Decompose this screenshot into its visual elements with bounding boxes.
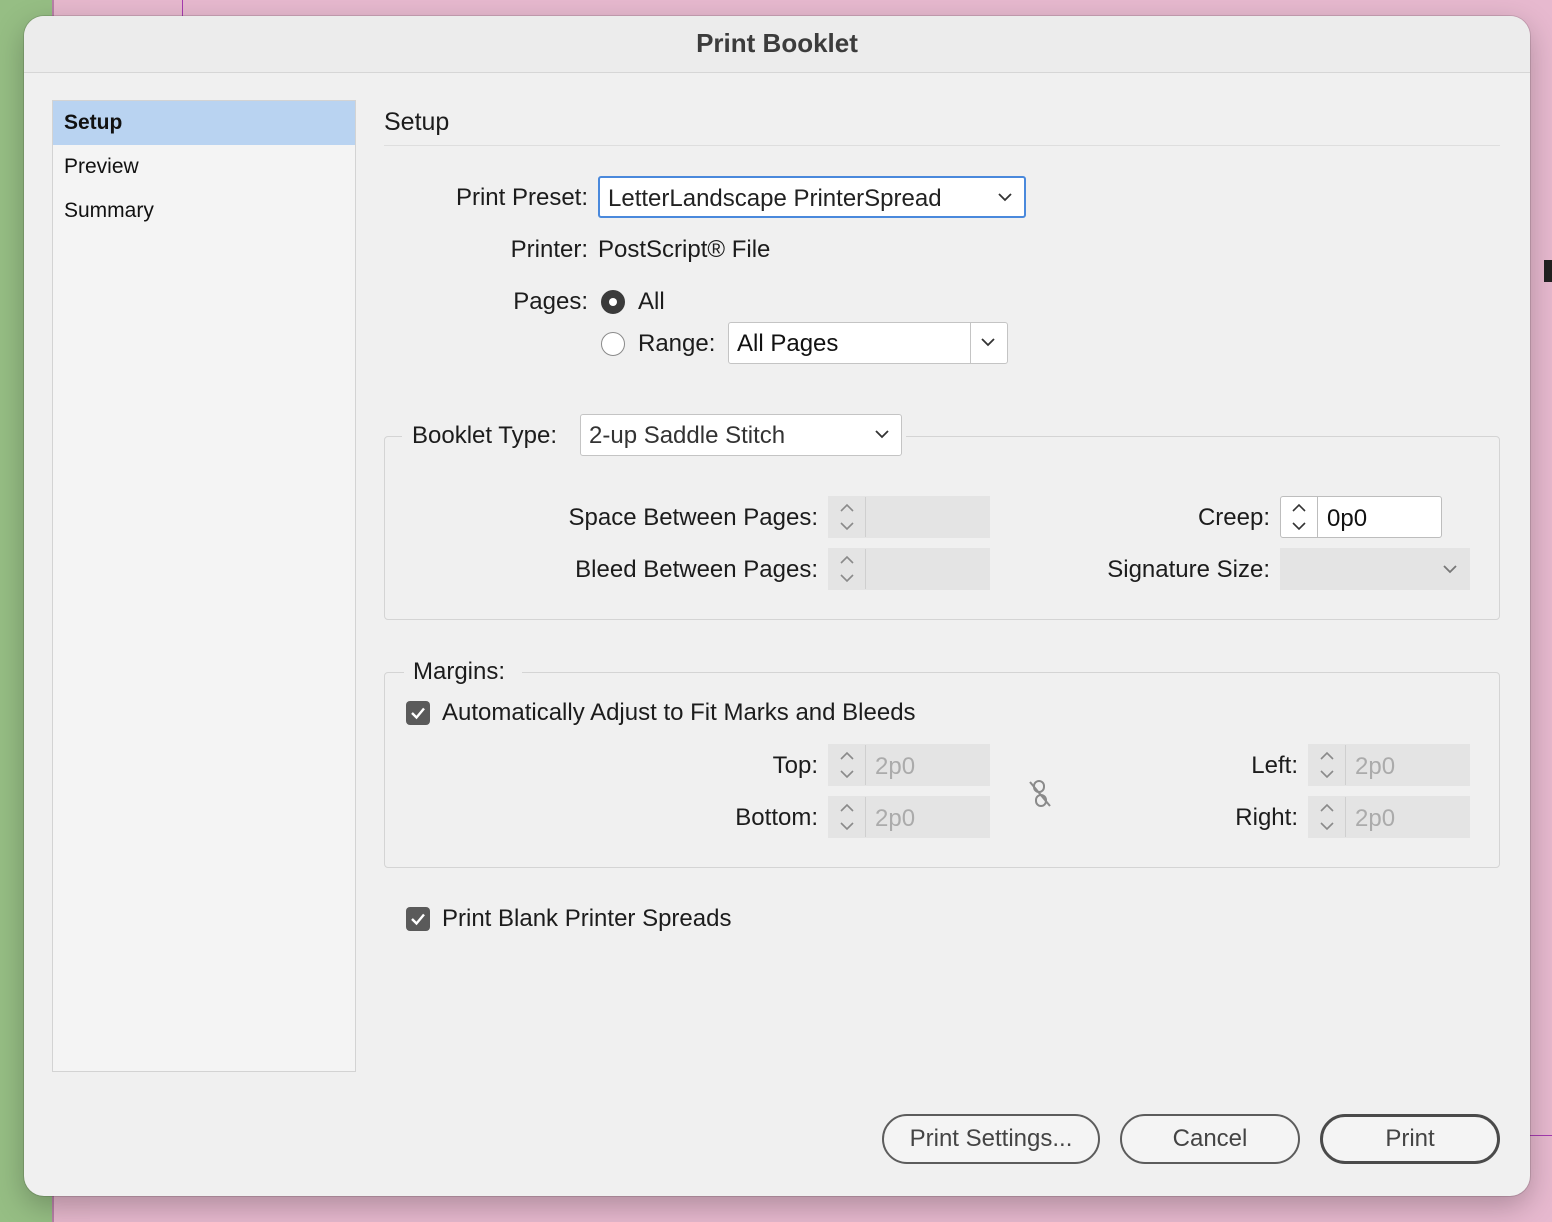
left-margin-stepper[interactable]: 2p0 (1308, 744, 1470, 786)
chevron-down-icon (1443, 565, 1457, 574)
bleed-between-stepper[interactable] (828, 548, 990, 590)
booklet-type-select[interactable]: 2-up Saddle Stitch (580, 414, 902, 456)
section-title: Setup (384, 108, 450, 136)
margins-label: Margins: (413, 658, 506, 685)
left-margin-value: 2p0 (1355, 753, 1396, 780)
pages-label: Pages: (513, 288, 588, 315)
print-button[interactable]: Print (1320, 1114, 1500, 1164)
print-booklet-dialog: Print Booklet Setup Preview Summary Setu… (24, 16, 1530, 1196)
print-settings-button[interactable]: Print Settings... (882, 1114, 1100, 1164)
stepper-arrows-icon (1320, 751, 1334, 779)
sidebar-item-label: Summary (64, 199, 154, 222)
chevron-down-icon (998, 193, 1012, 202)
right-margin-value: 2p0 (1355, 805, 1396, 832)
stepper-arrows[interactable] (1281, 497, 1318, 537)
bottom-margin-value: 2p0 (875, 805, 916, 832)
stepper-arrows[interactable] (829, 497, 866, 537)
signature-size-select[interactable] (1280, 548, 1470, 590)
space-between-stepper[interactable] (828, 496, 990, 538)
stepper-arrows-icon (840, 503, 854, 531)
stepper-arrows[interactable] (829, 797, 866, 837)
title-bar: Print Booklet (24, 16, 1530, 73)
pages-range-radio[interactable] (601, 332, 625, 356)
sidebar-item-label: Setup (64, 111, 123, 134)
signature-size-label: Signature Size: (1107, 556, 1270, 583)
print-preset-label: Print Preset: (455, 184, 588, 211)
print-blank-checkbox[interactable] (406, 907, 430, 931)
creep-stepper[interactable]: 0p0 (1280, 496, 1442, 538)
combo-divider (970, 323, 971, 363)
checkmark-icon (411, 707, 425, 720)
dialog-title: Print Booklet (696, 28, 858, 58)
chevron-down-icon (875, 430, 889, 439)
printer-label: Printer: (510, 236, 588, 263)
stepper-arrows[interactable] (1309, 797, 1346, 837)
checkmark-icon (411, 913, 425, 926)
chevron-down-icon (981, 338, 995, 347)
section-divider (384, 145, 1500, 146)
top-label: Top: (772, 752, 818, 779)
cancel-button[interactable]: Cancel (1120, 1114, 1300, 1164)
broken-chain-icon[interactable] (1026, 778, 1054, 810)
left-label: Left: (1251, 752, 1298, 779)
booklet-type-value: 2-up Saddle Stitch (589, 422, 786, 449)
creep-value: 0p0 (1327, 505, 1368, 532)
pages-range-combo[interactable]: All Pages (728, 322, 1008, 364)
print-preset-value: LetterLandscape PrinterSpread (608, 185, 942, 212)
pages-range-label: Range: (638, 330, 716, 357)
stepper-arrows-icon (840, 555, 854, 583)
sidebar-item-setup[interactable]: Setup (53, 101, 355, 145)
stepper-arrows-icon (1292, 503, 1306, 531)
top-margin-stepper[interactable]: 2p0 (828, 744, 990, 786)
auto-adjust-checkbox[interactable] (406, 701, 430, 725)
right-margin-stepper[interactable]: 2p0 (1308, 796, 1470, 838)
background-mark (1544, 260, 1552, 282)
stepper-arrows-icon (1320, 803, 1334, 831)
stepper-arrows-icon (840, 803, 854, 831)
bottom-label: Bottom: (735, 804, 818, 831)
right-label: Right: (1235, 804, 1298, 831)
sidebar-item-label: Preview (64, 155, 139, 178)
print-preset-select[interactable]: LetterLandscape PrinterSpread (598, 176, 1026, 218)
sidebar-item-summary[interactable]: Summary (53, 189, 355, 233)
pages-all-radio[interactable] (601, 290, 625, 314)
space-between-label: Space Between Pages: (568, 504, 818, 531)
bleed-between-label: Bleed Between Pages: (575, 556, 818, 583)
stepper-arrows[interactable] (829, 549, 866, 589)
background-guide-line (182, 0, 183, 16)
printer-value: PostScript® File (598, 236, 771, 263)
auto-adjust-label: Automatically Adjust to Fit Marks and Bl… (442, 699, 916, 726)
stepper-arrows[interactable] (829, 745, 866, 785)
bottom-margin-stepper[interactable]: 2p0 (828, 796, 990, 838)
print-blank-label: Print Blank Printer Spreads (442, 905, 732, 932)
stepper-arrows[interactable] (1309, 745, 1346, 785)
background-guide-line-h (1528, 1135, 1552, 1136)
sidebar-item-preview[interactable]: Preview (53, 145, 355, 189)
top-margin-value: 2p0 (875, 753, 916, 780)
sidebar: Setup Preview Summary (52, 100, 356, 1072)
booklet-type-label: Booklet Type: (412, 422, 557, 449)
creep-label: Creep: (1197, 504, 1270, 531)
stepper-arrows-icon (840, 751, 854, 779)
pages-all-label: All (638, 288, 665, 315)
pages-range-value: All Pages (737, 330, 839, 357)
